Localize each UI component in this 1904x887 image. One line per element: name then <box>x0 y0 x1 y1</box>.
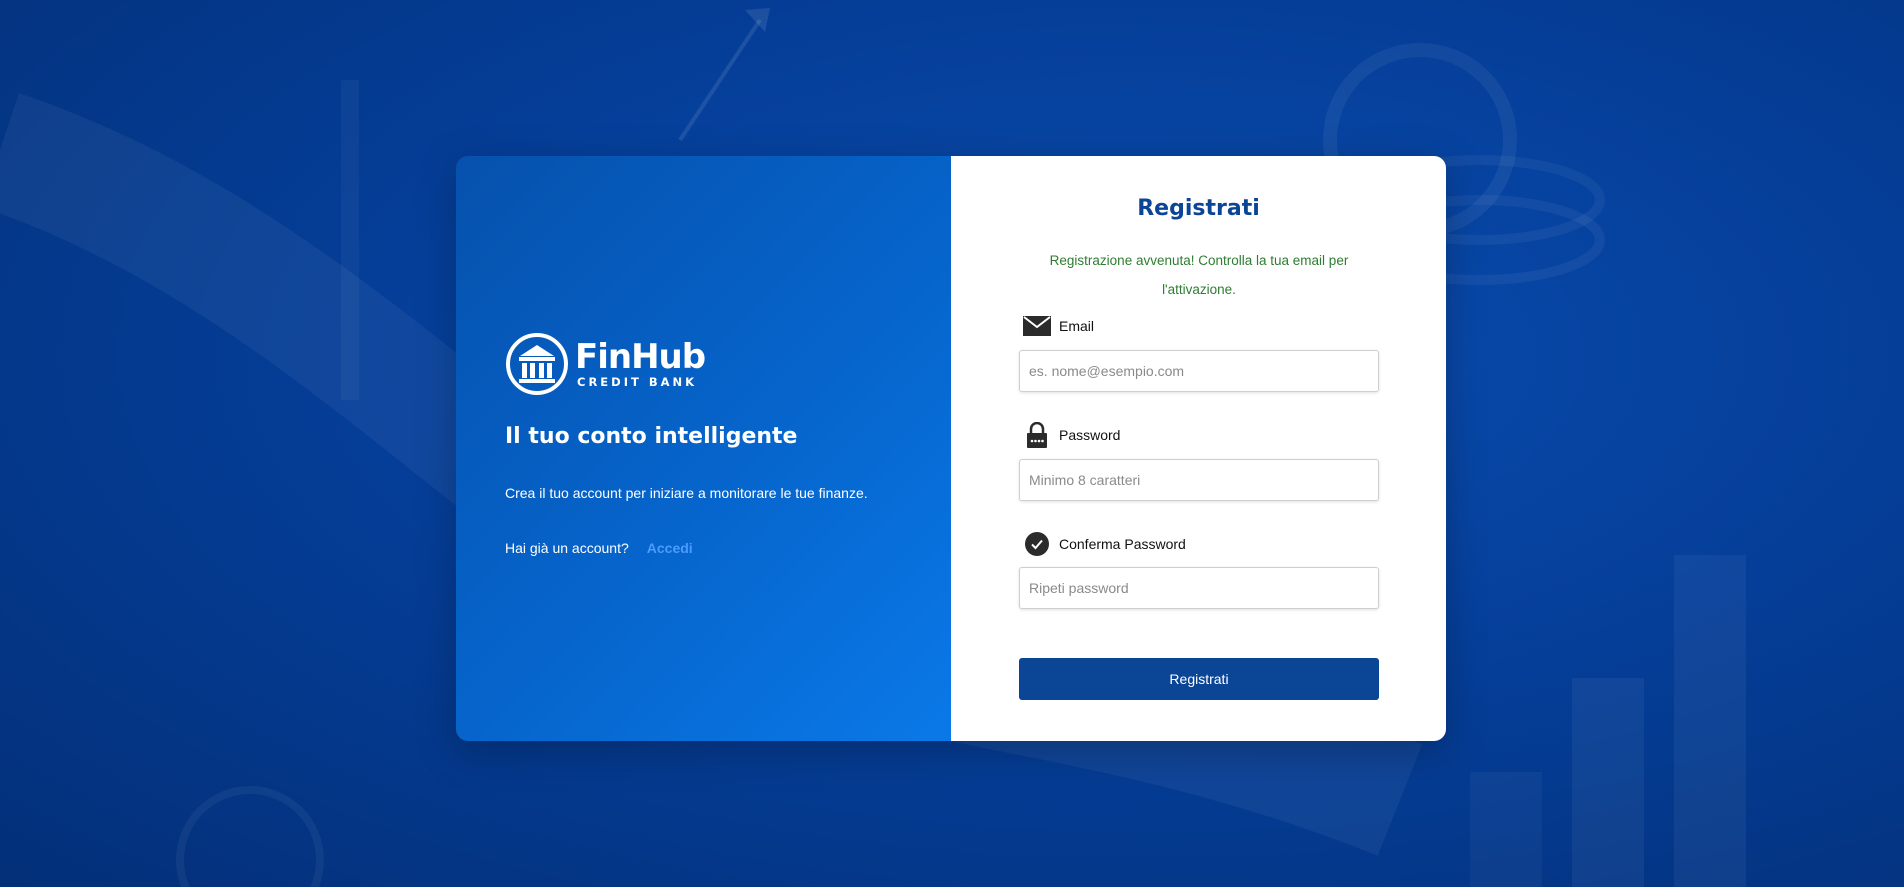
login-prompt: Hai già un account? <box>505 540 629 556</box>
login-prompt-row: Hai già un account? Accedi <box>505 540 693 556</box>
login-link[interactable]: Accedi <box>647 540 693 556</box>
check-circle-icon <box>1023 530 1051 558</box>
email-input[interactable] <box>1019 350 1379 392</box>
brand-name: FinHub <box>575 337 706 377</box>
password-label: Password <box>1023 421 1120 449</box>
description: Crea il tuo account per iniziare a monit… <box>505 485 868 501</box>
form-panel: Registrati Registrazione avvenuta! Contr… <box>951 156 1446 741</box>
envelope-icon <box>1023 312 1051 340</box>
tagline: Il tuo conto intelligente <box>505 424 798 449</box>
finhub-logo: FinHub CREDIT BANK <box>505 332 706 396</box>
password-input[interactable] <box>1019 459 1379 501</box>
confirm-password-label: Conferma Password <box>1023 530 1186 558</box>
brand-panel: FinHub CREDIT BANK Il tuo conto intellig… <box>456 156 951 741</box>
email-label: Email <box>1023 312 1094 340</box>
brand-subtitle: CREDIT BANK <box>577 375 698 389</box>
bank-building-icon <box>506 333 568 395</box>
confirm-password-input[interactable] <box>1019 567 1379 609</box>
form-title: Registrati <box>1137 196 1260 221</box>
lock-icon <box>1023 421 1051 449</box>
registration-card: FinHub CREDIT BANK Il tuo conto intellig… <box>456 156 1446 741</box>
register-button[interactable]: Registrati <box>1019 658 1379 700</box>
success-message: Registrazione avvenuta! Controlla la tua… <box>1049 253 1349 297</box>
